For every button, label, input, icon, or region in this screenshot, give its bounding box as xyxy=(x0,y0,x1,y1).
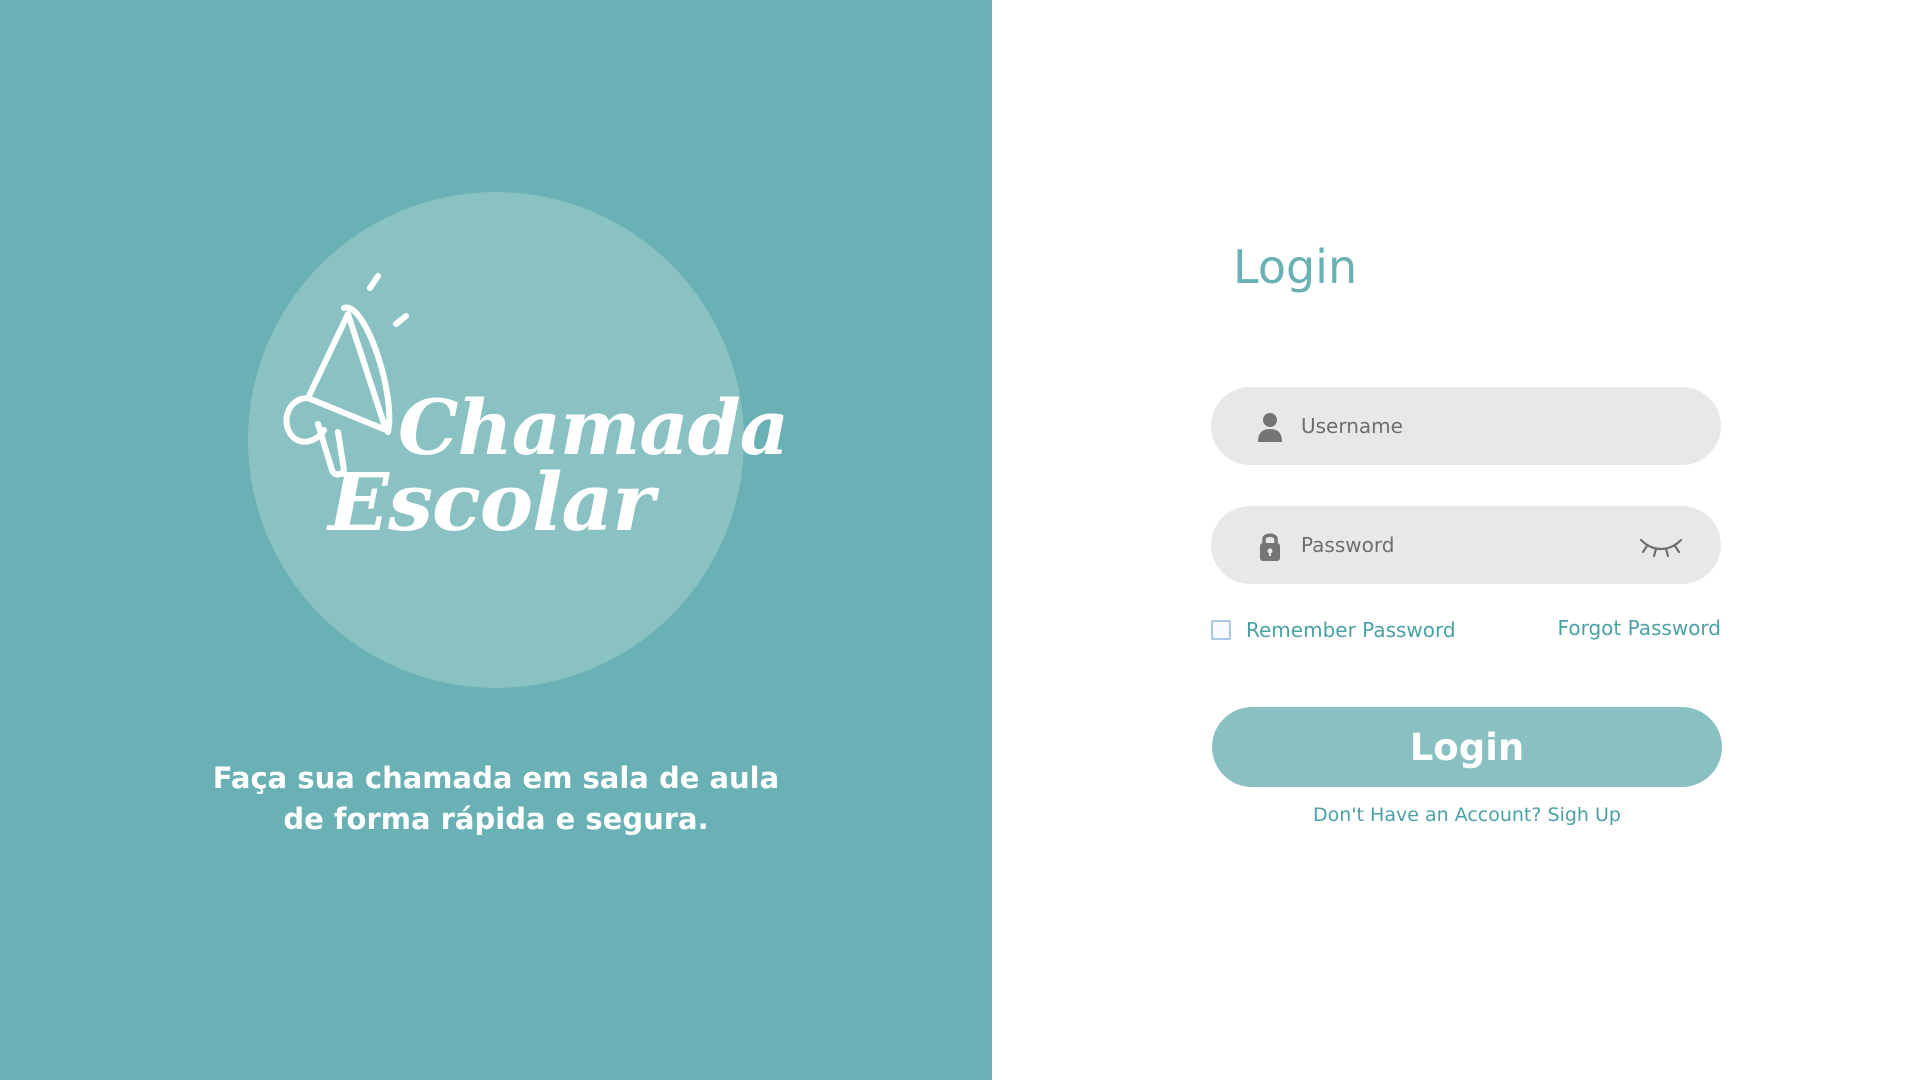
tagline: Faça sua chamada em sala de aula de form… xyxy=(96,758,896,840)
username-input[interactable] xyxy=(1301,387,1631,465)
login-page: Chamada Escolar Faça sua chamada em sala… xyxy=(0,0,1920,1080)
tagline-line1: Faça sua chamada em sala de aula xyxy=(212,761,780,795)
lock-icon xyxy=(1260,533,1280,561)
password-field[interactable] xyxy=(1211,506,1721,584)
logo-text-line2: Escolar xyxy=(328,455,654,549)
logo: Chamada Escolar xyxy=(248,192,789,688)
eye-closed-icon[interactable] xyxy=(1637,532,1685,560)
remember-label: Remember Password xyxy=(1246,618,1456,642)
tagline-line2: de forma rápida e segura. xyxy=(283,802,709,836)
signup-link[interactable]: Don't Have an Account? Sigh Up xyxy=(1212,804,1722,826)
remember-checkbox[interactable] xyxy=(1211,620,1231,640)
forgot-password-link[interactable]: Forgot Password xyxy=(1558,616,1721,640)
remember-password[interactable]: Remember Password xyxy=(1211,618,1456,642)
user-icon xyxy=(1258,413,1282,442)
brand-panel: Chamada Escolar Faça sua chamada em sala… xyxy=(0,0,992,1080)
login-button[interactable]: Login xyxy=(1212,707,1722,787)
login-options: Remember Password Forgot Password xyxy=(1211,616,1721,646)
page-title: Login xyxy=(1233,240,1358,294)
username-field[interactable] xyxy=(1211,387,1721,465)
password-input[interactable] xyxy=(1301,506,1631,584)
